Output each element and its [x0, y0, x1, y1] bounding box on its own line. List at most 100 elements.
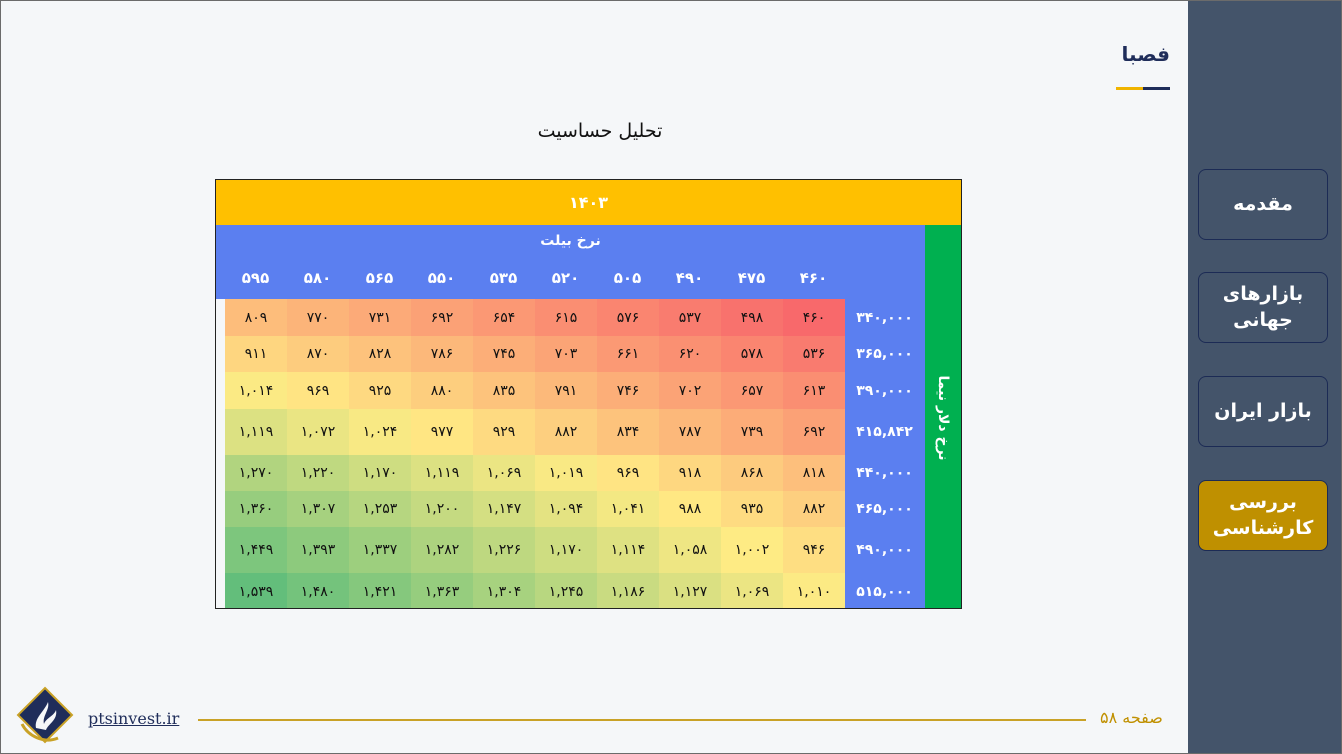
- table-cell: ۱,۲۲۶: [473, 527, 535, 573]
- table-cell: ۸۲۸: [349, 336, 411, 372]
- column-header: ۵۸۰: [303, 269, 332, 287]
- table-cell: ۱,۱۲۷: [659, 573, 721, 608]
- row-header: ۴۶۵,۰۰۰: [844, 491, 925, 527]
- table-cell: ۷۹۱: [535, 372, 597, 409]
- table-cell: ۸۱۸: [783, 455, 845, 491]
- table-cell: ۶۱۳: [783, 372, 845, 409]
- table-cell: ۱,۳۹۳: [287, 527, 349, 573]
- table-cell: ۹۲۵: [349, 372, 411, 409]
- table-cell: ۷۳۹: [721, 409, 783, 455]
- column-header: ۵۰۵: [613, 269, 642, 287]
- column-header: ۵۶۵: [365, 269, 394, 287]
- table-cell: ۷۳۱: [349, 299, 411, 336]
- table-cell: ۹۲۹: [473, 409, 535, 455]
- table-cell: ۹۶۹: [287, 372, 349, 409]
- table-cell: ۱,۲۲۰: [287, 455, 349, 491]
- table-cell: ۹۱۸: [659, 455, 721, 491]
- nav-expert-review-button[interactable]: بررسی کارشناسی: [1198, 480, 1328, 551]
- table-cell: ۱,۳۶۳: [411, 573, 473, 608]
- table-cell: ۶۲۰: [659, 336, 721, 372]
- table-cell: ۸۸۲: [783, 491, 845, 527]
- table-cell: ۷۰۲: [659, 372, 721, 409]
- table-cell: ۱,۳۰۴: [473, 573, 535, 608]
- table-cell: ۱,۲۸۲: [411, 527, 473, 573]
- table-cell: ۱,۰۱۰: [783, 573, 845, 608]
- brand-underline: [1116, 87, 1170, 90]
- table-cell: ۱,۱۸۶: [597, 573, 659, 608]
- table-cell: ۵۷۸: [721, 336, 783, 372]
- table-cell: ۱,۰۷۲: [287, 409, 349, 455]
- row-header: ۳۴۰,۰۰۰: [844, 299, 925, 336]
- table-cell: ۷۸۶: [411, 336, 473, 372]
- table-cell: ۱,۰۴۱: [597, 491, 659, 527]
- row-header: ۴۹۰,۰۰۰: [844, 527, 925, 573]
- table-cell: ۱,۰۹۴: [535, 491, 597, 527]
- sensitivity-table: ۱۴۰۳ نرخ بیلت ۴۶۰ ۴۷۵ ۴۹۰ ۵۰۵ ۵۲۰ ۵۳۵ ۵۵۰ ۵۶۵ ۵۸…: [215, 179, 962, 609]
- column-header: ۵۳۵: [489, 269, 518, 287]
- table-cell: ۱,۲۰۰: [411, 491, 473, 527]
- year-header: ۱۴۰۳: [216, 180, 961, 225]
- table-cell: ۶۵۴: [473, 299, 535, 336]
- page-title: تحلیل حساسیت: [537, 120, 663, 142]
- table-cell: ۱,۱۱۹: [411, 455, 473, 491]
- table-cell: ۱,۰۲۴: [349, 409, 411, 455]
- table-cell: ۱,۳۰۷: [287, 491, 349, 527]
- table-cell: ۹۶۹: [597, 455, 659, 491]
- company-logo: [16, 686, 74, 744]
- table-cell: ۱,۰۱۹: [535, 455, 597, 491]
- table-cell: ۶۵۷: [721, 372, 783, 409]
- footer-divider: [198, 719, 1086, 721]
- table-cell: ۸۳۵: [473, 372, 535, 409]
- column-header: ۴۶۰: [799, 269, 828, 287]
- column-header: ۴۹۰: [675, 269, 704, 287]
- table-cell: ۸۳۴: [597, 409, 659, 455]
- table-cell: ۱,۲۴۵: [535, 573, 597, 608]
- table-cell: ۱,۴۸۰: [287, 573, 349, 608]
- table-cell: ۴۶۰: [783, 299, 845, 336]
- nav-global-markets-button[interactable]: بازارهای جهانی: [1198, 272, 1328, 343]
- table-cell: ۵۳۷: [659, 299, 721, 336]
- table-cell: ۶۶۱: [597, 336, 659, 372]
- nav-iran-market-button[interactable]: بازار ایران: [1198, 376, 1328, 447]
- ticket-rate-label: نرخ بیلت: [540, 233, 601, 249]
- row-header: ۳۶۵,۰۰۰: [844, 336, 925, 372]
- table-cell: ۱,۰۶۹: [721, 573, 783, 608]
- column-header: ۵۹۵: [241, 269, 270, 287]
- column-header: ۵۲۰: [551, 269, 580, 287]
- table-cell: ۱,۳۶۰: [225, 491, 287, 527]
- brand-title: فصبا: [1121, 42, 1170, 66]
- table-cell: ۶۹۲: [783, 409, 845, 455]
- table-cell: ۷۰۳: [535, 336, 597, 372]
- table-cell: ۸۶۸: [721, 455, 783, 491]
- table-cell: ۹۸۸: [659, 491, 721, 527]
- table-cell: ۱,۰۶۹: [473, 455, 535, 491]
- table-cell: ۱,۲۷۰: [225, 455, 287, 491]
- table-cell: ۷۸۷: [659, 409, 721, 455]
- table-cell: ۱,۱۴۷: [473, 491, 535, 527]
- table-cell: ۱,۱۷۰: [535, 527, 597, 573]
- dollar-rate-label: نرخ دلار نیما: [935, 374, 951, 461]
- row-header: ۴۴۰,۰۰۰: [844, 455, 925, 491]
- table-cell: ۱,۰۵۸: [659, 527, 721, 573]
- table-cell: ۶۹۲: [411, 299, 473, 336]
- table-cell: ۱,۰۱۴: [225, 372, 287, 409]
- nav-intro-button[interactable]: مقدمه: [1198, 169, 1328, 240]
- table-cell: ۹۷۷: [411, 409, 473, 455]
- row-header: ۳۹۰,۰۰۰: [844, 372, 925, 409]
- table-cell: ۸۸۲: [535, 409, 597, 455]
- site-link[interactable]: ptsinvest.ir: [88, 709, 179, 728]
- row-header: ۴۱۵,۸۴۲: [844, 409, 925, 455]
- table-cell: ۱,۵۳۹: [225, 573, 287, 608]
- table-cell: ۹۴۶: [783, 527, 845, 573]
- column-header-band: نرخ بیلت ۴۶۰ ۴۷۵ ۴۹۰ ۵۰۵ ۵۲۰ ۵۳۵ ۵۵۰ ۵۶۵ ۵۸۰ ۵۹۵: [216, 225, 925, 299]
- page-number: صفحه ۵۸: [1100, 708, 1163, 727]
- table-cell: ۹۱۱: [225, 336, 287, 372]
- table-cell: ۷۷۰: [287, 299, 349, 336]
- table-cell: ۸۰۹: [225, 299, 287, 336]
- table-cell: ۱,۱۱۹: [225, 409, 287, 455]
- table-cell: ۱,۱۷۰: [349, 455, 411, 491]
- table-cell: ۹۳۵: [721, 491, 783, 527]
- table-cell: ۱,۰۰۲: [721, 527, 783, 573]
- row-header-band: نرخ دلار نیما: [925, 225, 961, 608]
- table-cell: ۱,۴۴۹: [225, 527, 287, 573]
